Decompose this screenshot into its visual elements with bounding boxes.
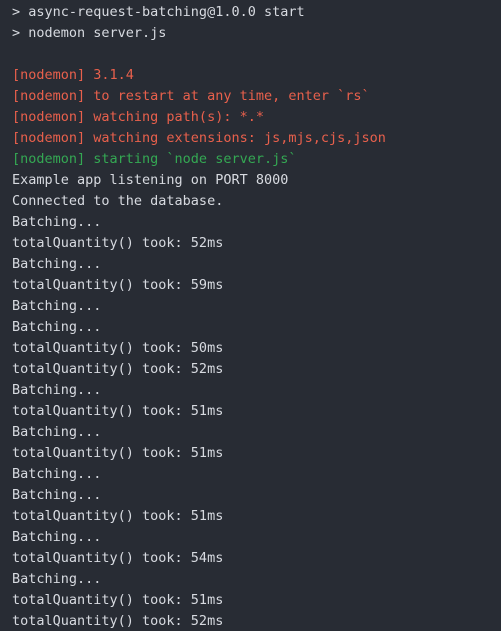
terminal-line: Batching...: [12, 571, 102, 587]
terminal-line: [nodemon] starting `node server.js`: [12, 151, 297, 167]
terminal-line: [nodemon] watching extensions: js,mjs,cj…: [12, 130, 386, 146]
terminal-line: > async-request-batching@1.0.0 start: [12, 4, 305, 20]
terminal-line: [nodemon] to restart at any time, enter …: [12, 88, 370, 104]
terminal-line: totalQuantity() took: 51ms: [12, 592, 224, 608]
terminal-line: Connected to the database.: [12, 193, 224, 209]
terminal-line: Batching...: [12, 424, 102, 440]
terminal-line: Batching...: [12, 466, 102, 482]
terminal-window[interactable]: > async-request-batching@1.0.0 start > no…: [0, 0, 501, 631]
terminal-line: Example app listening on PORT 8000: [12, 172, 289, 188]
terminal-line: Batching...: [12, 529, 102, 545]
terminal-output: > async-request-batching@1.0.0 start > no…: [12, 2, 501, 631]
terminal-line: [nodemon] 3.1.4: [12, 67, 134, 83]
terminal-line: Batching...: [12, 487, 102, 503]
terminal-line: totalQuantity() took: 59ms: [12, 277, 224, 293]
terminal-line: Batching...: [12, 298, 102, 314]
terminal-line: totalQuantity() took: 51ms: [12, 403, 224, 419]
terminal-line: totalQuantity() took: 54ms: [12, 550, 224, 566]
terminal-line: totalQuantity() took: 52ms: [12, 613, 224, 629]
terminal-line: totalQuantity() took: 52ms: [12, 361, 224, 377]
terminal-line: Batching...: [12, 319, 102, 335]
terminal-line: > nodemon server.js: [12, 25, 167, 41]
terminal-line: Batching...: [12, 214, 102, 230]
terminal-line: Batching...: [12, 382, 102, 398]
terminal-line: Batching...: [12, 256, 102, 272]
terminal-line: [nodemon] watching path(s): *.*: [12, 109, 264, 125]
terminal-line: totalQuantity() took: 51ms: [12, 445, 224, 461]
terminal-line: totalQuantity() took: 50ms: [12, 340, 224, 356]
terminal-line: totalQuantity() took: 52ms: [12, 235, 224, 251]
terminal-line: totalQuantity() took: 51ms: [12, 508, 224, 524]
